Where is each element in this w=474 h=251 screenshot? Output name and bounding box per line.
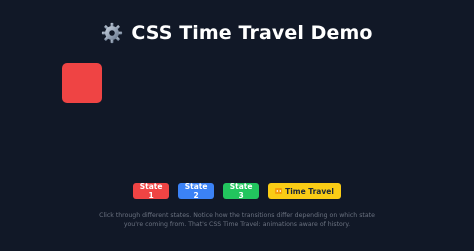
state-2-button[interactable]: State 2 [178,182,215,200]
page-title-text: CSS Time Travel Demo [131,22,373,44]
state-1-button[interactable]: State 1 [133,182,170,200]
description: Click through different states. Notice h… [0,211,474,229]
time-travel-button[interactable]: Time Travel [268,183,341,199]
state-3-button[interactable]: State 3 [223,182,260,200]
animated-box [62,63,102,103]
gear-icon [101,22,123,44]
time-travel-label: Time Travel [285,186,334,196]
state-3-label: State 3 [229,182,253,200]
rewind-icon [275,188,283,194]
description-line-2: you're coming from. That's CSS Time Trav… [123,221,351,228]
state-1-label: State 1 [139,182,163,200]
demo-page: CSS Time Travel Demo State 1 State 2 Sta… [0,0,474,251]
page-title: CSS Time Travel Demo [0,22,474,44]
state-2-label: State 2 [184,182,208,200]
description-line-1: Click through different states. Notice h… [99,212,375,219]
state-controls: State 1 State 2 State 3 Time Travel [0,182,474,200]
